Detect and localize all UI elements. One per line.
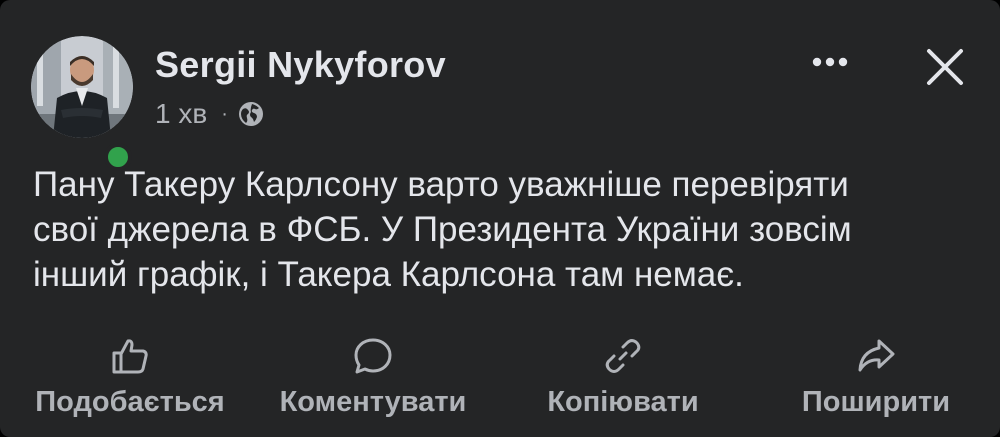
post-text-line: інший графік, і Такера Карлсона там нема… <box>33 255 744 294</box>
more-horizontal-icon <box>812 57 848 67</box>
meta-separator: · <box>221 102 228 125</box>
share-label: Поширити <box>801 386 951 418</box>
author-name[interactable]: Sergii Nykyforov <box>155 44 446 86</box>
like-button[interactable]: Подобається <box>10 330 250 430</box>
post-actions-bar: Подобається Коментувати Копіювати Пошири… <box>0 330 1000 430</box>
link-icon <box>601 334 645 378</box>
like-label: Подобається <box>35 386 225 418</box>
share-icon <box>854 334 898 378</box>
comment-icon <box>351 334 395 378</box>
post-text-line: Пану Такеру Карлсону варто уважніше пере… <box>33 165 849 204</box>
copy-link-button[interactable]: Копіювати <box>503 330 743 430</box>
post-text: Пану Такеру Карлсону варто уважніше пере… <box>33 162 973 297</box>
post-meta: 1 хв · <box>155 96 264 132</box>
copy-label: Копіювати <box>547 386 699 418</box>
facebook-post-card: Sergii Nykyforov 1 хв · Пану Такеру Карл… <box>0 0 1000 437</box>
comment-button[interactable]: Коментувати <box>253 330 493 430</box>
comment-label: Коментувати <box>279 386 467 418</box>
post-time[interactable]: 1 хв <box>155 98 207 130</box>
share-button[interactable]: Поширити <box>756 330 996 430</box>
avatar[interactable] <box>31 36 133 171</box>
post-header: Sergii Nykyforov 1 хв · <box>0 0 1000 171</box>
globe-icon <box>238 101 264 127</box>
profile-photo <box>31 36 133 138</box>
more-options-button[interactable] <box>801 42 859 82</box>
post-text-line: свої джерела в ФСБ. У Президента України… <box>33 210 852 249</box>
close-button[interactable] <box>917 39 973 95</box>
close-icon <box>927 49 963 85</box>
thumbs-up-icon <box>108 334 152 378</box>
